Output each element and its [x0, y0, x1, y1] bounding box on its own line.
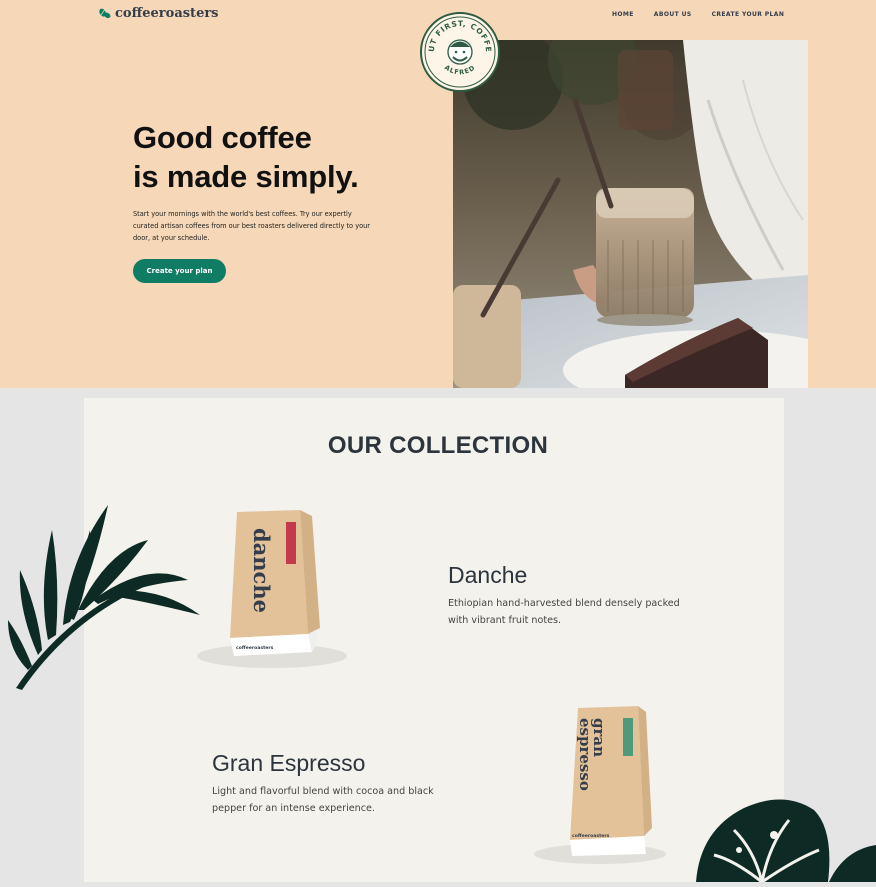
main-nav: HOME ABOUT US CREATE YOUR PLAN	[612, 11, 784, 18]
nav-create-your-plan[interactable]: CREATE YOUR PLAN	[712, 11, 785, 18]
nav-home[interactable]: HOME	[612, 11, 634, 18]
product-description-gran-espresso: Light and flavorful blend with cocoa and…	[212, 786, 434, 814]
create-your-plan-button[interactable]: Create your plan	[133, 259, 226, 283]
hero-title: Good coffee is made simply.	[133, 118, 359, 196]
gran-espresso-tag	[623, 718, 633, 756]
hero-title-line2: is made simply.	[133, 159, 359, 194]
hero-photo	[453, 40, 808, 388]
gran-espresso-bag-brand: coffeeroasters	[572, 833, 610, 839]
nav-about-us[interactable]: ABOUT US	[654, 11, 692, 18]
brand-logo[interactable]: coffeeroasters	[98, 6, 219, 21]
hero-description: Start your mornings with the world's bes…	[133, 210, 371, 242]
danche-bag-label: danche	[249, 528, 274, 613]
coffee-bean-icon	[99, 8, 111, 19]
collection-title: OUR COLLECTION	[327, 432, 549, 459]
hero-section: coffeeroasters HOME ABOUT US CREATE YOUR…	[0, 0, 876, 388]
hero-title-line1: Good coffee	[133, 120, 312, 155]
brand-name: coffeeroasters	[115, 6, 219, 21]
product-name-gran-espresso: Gran Espresso	[212, 750, 366, 776]
palm-leaf-decoration	[8, 500, 208, 690]
monstera-leaf-decoration	[694, 790, 876, 884]
gran-espresso-bag-image: gran espresso coffeeroasters	[520, 696, 690, 876]
danche-bag-image: danche coffeeroasters	[182, 500, 372, 680]
alfred-badge: BUT FIRST, COFFEE ALFRED	[417, 5, 500, 92]
gran-espresso-bag-label-2: espresso	[576, 718, 594, 791]
product-name-danche: Danche	[448, 562, 528, 588]
product-description-danche: Ethiopian hand-harvested blend densely p…	[448, 598, 680, 626]
danche-bag-brand: coffeeroasters	[236, 645, 274, 651]
danche-tag	[286, 522, 296, 564]
